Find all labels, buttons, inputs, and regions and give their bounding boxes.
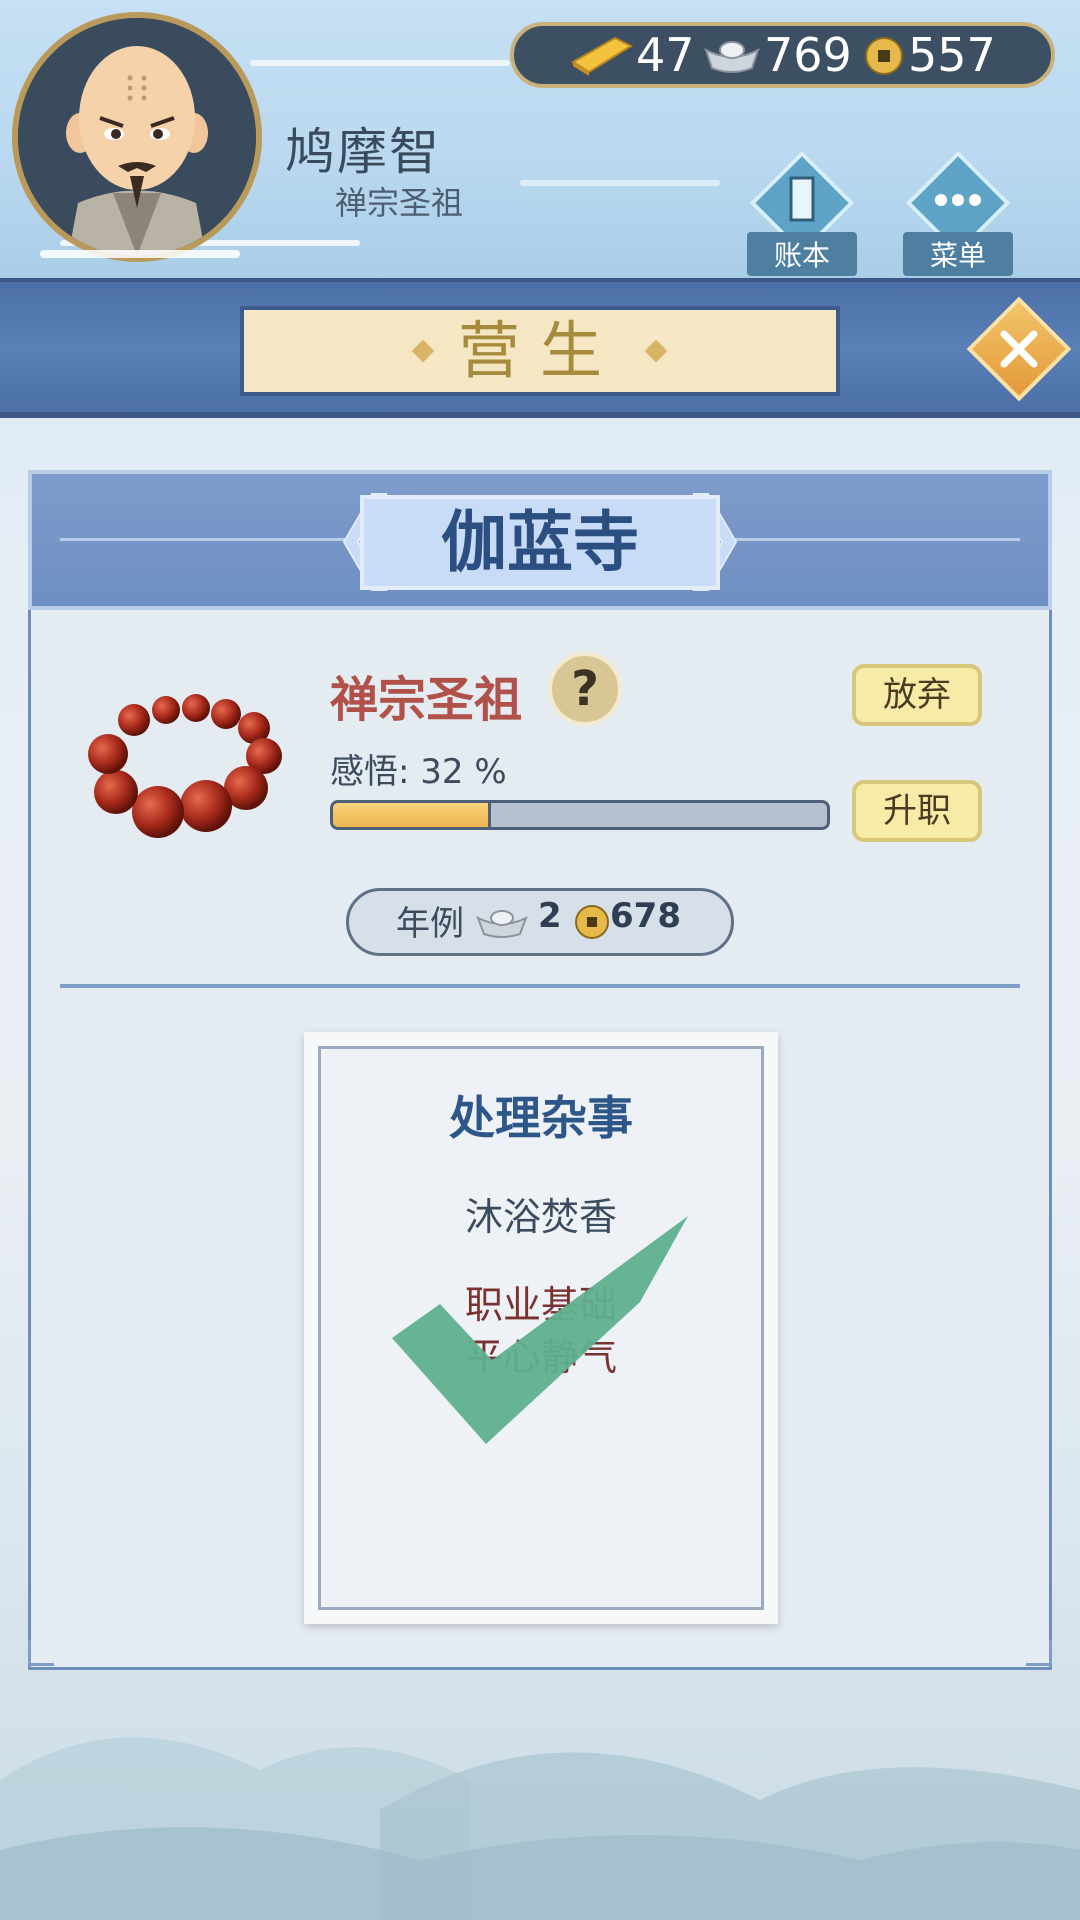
ledger-button[interactable]: 账本 [747,148,857,276]
salary-silver: 2 [538,896,562,936]
copper-coin-icon [865,37,903,75]
checkmark-icon [392,1216,688,1444]
enlightenment-label: 感悟: 32 % [330,752,507,792]
gold-ingot-icon [571,36,633,76]
copper-coin-icon [575,905,609,939]
menu-button[interactable]: 菜单 [903,148,1013,276]
cloud-decoration [520,180,720,186]
section-divider [60,984,1020,988]
task-title: 处理杂事 [449,1091,633,1145]
menu-label: 菜单 [903,232,1013,276]
mountain-scenery [0,1737,1080,1920]
salary-label: 年例 [396,904,464,944]
more-dots-icon [935,194,981,206]
monk-portrait-icon [18,18,256,256]
silver-amount: 769 [764,28,852,82]
ledger-label: 账本 [747,232,857,276]
silver-ingot-icon [704,41,760,73]
enlightenment-progress-bar [330,800,830,830]
cloud-decoration [250,60,510,66]
player-title: 禅宗圣祖 [335,184,464,222]
salary-coin: 678 [610,896,681,936]
close-icon [1000,330,1038,368]
player-name: 鸠摩智 [285,123,441,181]
cloud-decoration [40,250,240,258]
gold-amount: 47 [636,28,695,82]
progress-fill [333,803,492,827]
location-name: 伽蓝寺 [441,504,639,581]
book-icon [789,176,815,222]
prayer-beads-icon [88,694,282,838]
silver-ingot-icon [476,910,528,938]
help-button[interactable]: ? [548,652,622,726]
promote-button[interactable]: 升职 [852,780,982,842]
coin-amount: 557 [908,28,996,82]
abandon-button[interactable]: 放弃 [852,664,982,726]
player-avatar[interactable] [12,12,262,262]
job-title: 禅宗圣祖 [330,672,523,728]
banner-title: 营生 [457,314,622,387]
